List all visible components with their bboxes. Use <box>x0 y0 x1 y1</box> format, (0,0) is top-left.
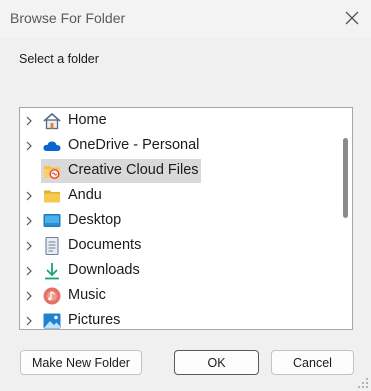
tree-item-label: OneDrive - Personal <box>68 137 200 153</box>
onedrive-cloud-icon <box>43 141 61 151</box>
tree-item-andu[interactable]: Andu <box>20 184 332 208</box>
downloads-icon <box>45 263 59 280</box>
window-title: Browse For Folder <box>10 10 126 26</box>
tree-item-label: Home <box>68 112 107 128</box>
tree-item-desktop[interactable]: Desktop <box>20 209 332 233</box>
tree-item-documents[interactable]: Documents <box>20 234 332 258</box>
tree-item-label: Documents <box>68 237 142 253</box>
vertical-scrollbar[interactable] <box>339 108 352 329</box>
chevron-right-icon[interactable] <box>23 265 35 277</box>
music-icon <box>43 287 61 305</box>
tree-item-onedrive[interactable]: OneDrive - Personal <box>20 134 332 158</box>
tree-item-label: Creative Cloud Files <box>68 162 199 178</box>
scrollbar-thumb[interactable] <box>343 138 348 218</box>
chevron-right-icon[interactable] <box>23 140 35 152</box>
title-bar: Browse For Folder <box>0 0 371 38</box>
cancel-button[interactable]: Cancel <box>271 350 354 375</box>
folder-tree[interactable]: Home OneDrive - Personal Creative Cloud … <box>19 107 353 330</box>
tree-item-label: Downloads <box>68 262 140 278</box>
desktop-icon <box>43 214 61 227</box>
tree-item-music[interactable]: Music <box>20 284 332 308</box>
chevron-right-icon[interactable] <box>23 240 35 252</box>
tree-item-label: Desktop <box>68 212 122 228</box>
tree-item-downloads[interactable]: Downloads <box>20 259 332 283</box>
creative-cloud-folder-icon <box>44 166 60 180</box>
make-new-folder-button[interactable]: Make New Folder <box>20 350 142 375</box>
dialog-prompt: Select a folder <box>19 52 99 66</box>
chevron-right-icon[interactable] <box>23 315 35 327</box>
tree-item-home[interactable]: Home <box>20 109 332 133</box>
tree-item-creative-cloud-files[interactable]: Creative Cloud Files <box>20 159 332 183</box>
pictures-icon <box>43 313 61 329</box>
resize-grip-icon[interactable] <box>357 377 369 389</box>
folder-icon <box>44 190 60 203</box>
documents-icon <box>45 236 59 256</box>
ok-button[interactable]: OK <box>174 350 259 375</box>
chevron-right-icon[interactable] <box>23 215 35 227</box>
tree-item-label: Music <box>68 287 106 303</box>
close-icon[interactable] <box>344 10 360 26</box>
chevron-right-icon[interactable] <box>23 115 35 127</box>
tree-item-pictures[interactable]: Pictures <box>20 309 332 329</box>
tree-item-label: Pictures <box>68 312 121 328</box>
chevron-right-icon[interactable] <box>23 190 35 202</box>
chevron-right-icon[interactable] <box>23 290 35 302</box>
tree-item-label: Andu <box>68 187 102 203</box>
home-icon <box>43 112 61 130</box>
